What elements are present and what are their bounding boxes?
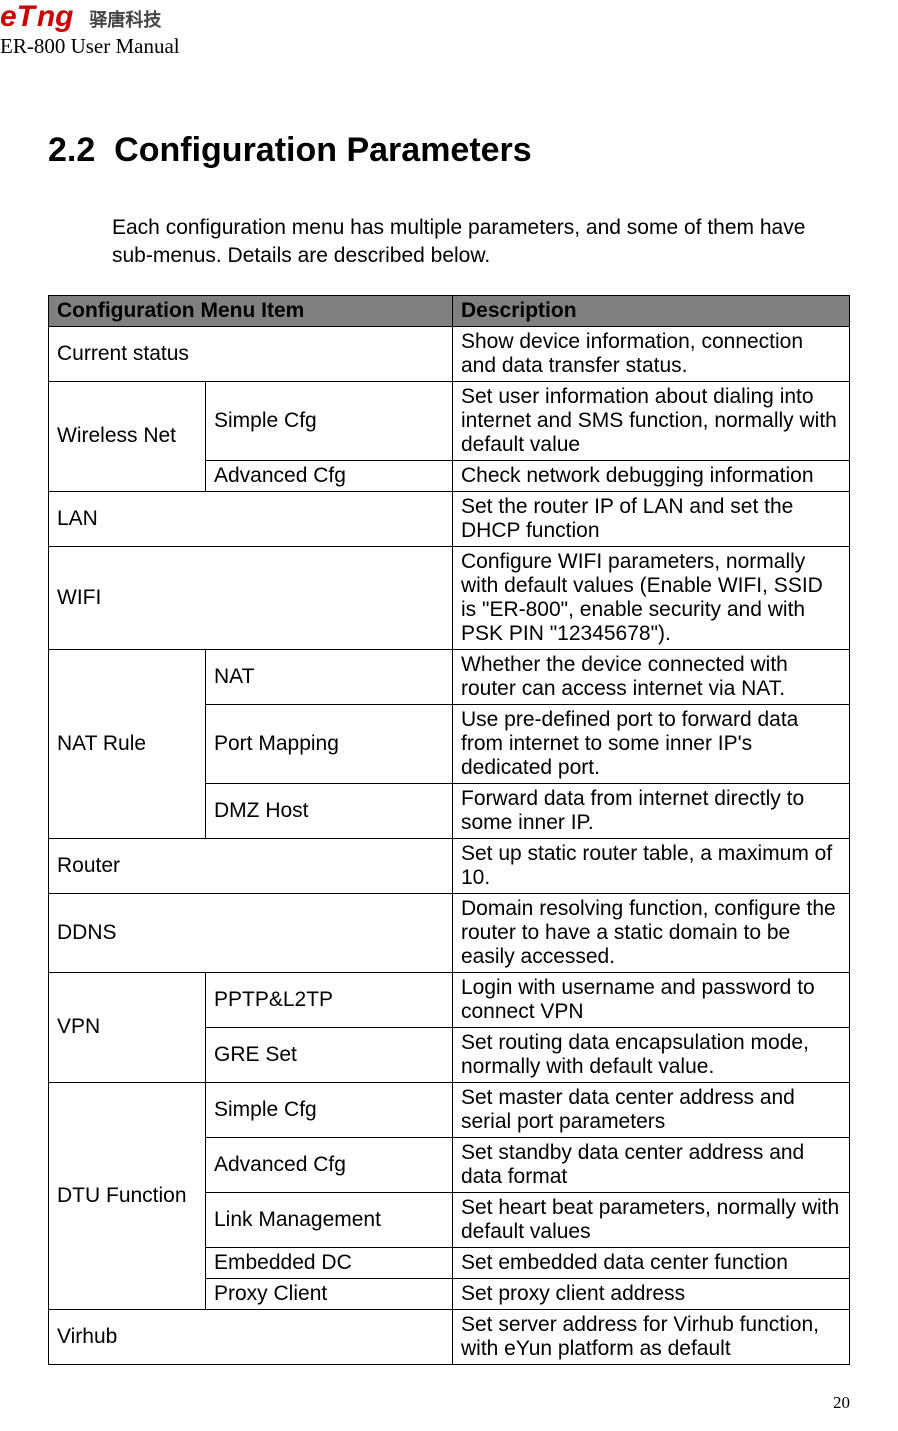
logo-chinese: 驿唐科技 (89, 10, 161, 30)
section-number: 2.2 (48, 131, 95, 169)
cell-desc: Set heart beat parameters, normally with… (453, 1192, 850, 1247)
cell-desc: Login with username and password to conn… (453, 972, 850, 1027)
cell-desc: Set routing data encapsulation mode, nor… (453, 1027, 850, 1082)
logo-text-2: ng (37, 0, 74, 33)
table-row: WIFI Configure WIFI parameters, normally… (49, 546, 850, 649)
cell-menu: DDNS (49, 893, 453, 972)
section-heading: Configuration Parameters (114, 131, 532, 169)
table-row: Router Set up static router table, a max… (49, 838, 850, 893)
cell-menu: LAN (49, 491, 453, 546)
table-row: DDNS Domain resolving function, configur… (49, 893, 850, 972)
cell-desc: Check network debugging information (453, 460, 850, 491)
manual-title: ER-800 User Manual (0, 34, 898, 59)
cell-menu: Router (49, 838, 453, 893)
cell-desc: Set up static router table, a maximum of… (453, 838, 850, 893)
cell-sub: Proxy Client (206, 1278, 453, 1309)
table-row: Current status Show device information, … (49, 326, 850, 381)
cell-desc: Set standby data center address and data… (453, 1137, 850, 1192)
cell-sub: Link Management (206, 1192, 453, 1247)
cell-sub: Advanced Cfg (206, 1137, 453, 1192)
cell-desc: Configure WIFI parameters, normally with… (453, 546, 850, 649)
cell-desc: Set the router IP of LAN and set the DHC… (453, 491, 850, 546)
table-row: DTU Function Simple Cfg Set master data … (49, 1082, 850, 1137)
th-menu: Configuration Menu Item (49, 295, 453, 326)
cell-sub: NAT (206, 649, 453, 704)
page-number: 20 (833, 1393, 850, 1413)
table-row: Virhub Set server address for Virhub fun… (49, 1309, 850, 1364)
cell-desc: Set server address for Virhub function, … (453, 1309, 850, 1364)
cell-menu: WIFI (49, 546, 453, 649)
section-intro: Each configuration menu has multiple par… (112, 214, 850, 271)
cell-desc: Set proxy client address (453, 1278, 850, 1309)
cell-sub: PPTP&L2TP (206, 972, 453, 1027)
cell-desc: Whether the device connected with router… (453, 649, 850, 704)
cell-desc: Domain resolving function, configure the… (453, 893, 850, 972)
cell-menu: DTU Function (49, 1082, 206, 1309)
logo-text-1: eT (0, 0, 35, 33)
cell-menu: Virhub (49, 1309, 453, 1364)
cell-menu: NAT Rule (49, 649, 206, 838)
cell-menu: Wireless Net (49, 381, 206, 491)
cell-sub: Embedded DC (206, 1247, 453, 1278)
table-header-row: Configuration Menu Item Description (49, 295, 850, 326)
page-header: eT ng 驿唐科技 ER-800 User Manual (0, 0, 898, 59)
section-title: 2.2 Configuration Parameters (48, 131, 850, 170)
cell-desc: Set master data center address and seria… (453, 1082, 850, 1137)
cell-desc: Forward data from internet directly to s… (453, 783, 850, 838)
cell-sub: Advanced Cfg (206, 460, 453, 491)
cell-desc: Use pre-defined port to forward data fro… (453, 704, 850, 783)
table-row: VPN PPTP&L2TP Login with username and pa… (49, 972, 850, 1027)
cell-sub: Simple Cfg (206, 1082, 453, 1137)
table-row: Wireless Net Simple Cfg Set user informa… (49, 381, 850, 460)
cell-sub: Simple Cfg (206, 381, 453, 460)
configuration-table: Configuration Menu Item Description Curr… (48, 295, 850, 1365)
th-desc: Description (453, 295, 850, 326)
page-content: 2.2 Configuration Parameters Each config… (0, 59, 898, 1365)
cell-menu: VPN (49, 972, 206, 1082)
cell-sub: Port Mapping (206, 704, 453, 783)
table-row: LAN Set the router IP of LAN and set the… (49, 491, 850, 546)
cell-menu: Current status (49, 326, 453, 381)
cell-desc: Set embedded data center function (453, 1247, 850, 1278)
cell-desc: Set user information about dialing into … (453, 381, 850, 460)
cell-desc: Show device information, connection and … (453, 326, 850, 381)
cell-sub: DMZ Host (206, 783, 453, 838)
cell-sub: GRE Set (206, 1027, 453, 1082)
logo: eT ng 驿唐科技 (0, 0, 898, 34)
table-row: NAT Rule NAT Whether the device connecte… (49, 649, 850, 704)
